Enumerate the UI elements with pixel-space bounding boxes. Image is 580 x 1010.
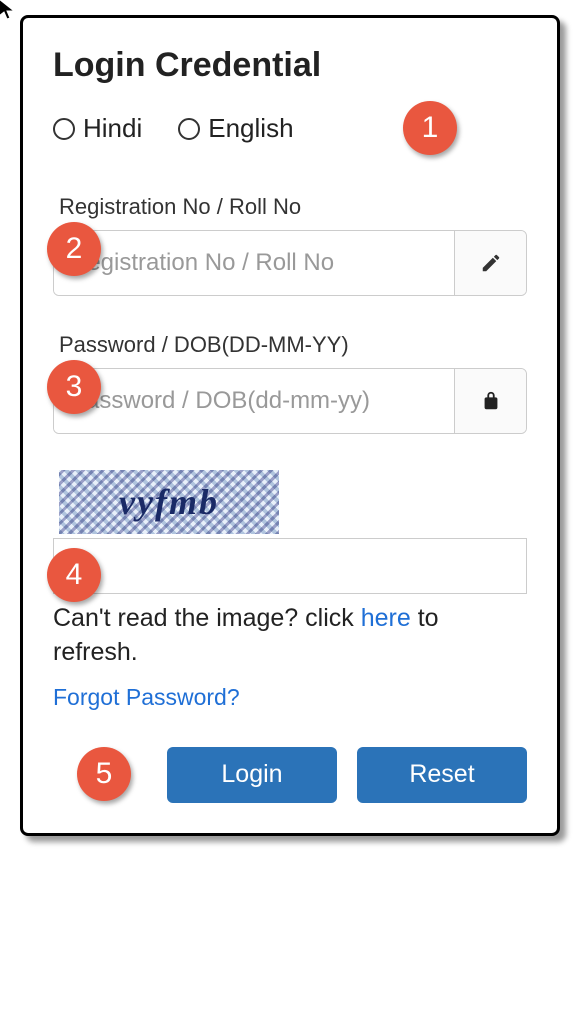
registration-label: Registration No / Roll No [59, 194, 527, 220]
login-panel: Login Credential Hindi English 1 Registr… [20, 15, 560, 836]
registration-input-wrap [53, 230, 527, 296]
captcha-refresh-text: Can't read the image? click here to refr… [53, 602, 527, 670]
registration-input[interactable] [54, 231, 454, 295]
login-button[interactable]: Login [167, 747, 337, 803]
password-input[interactable] [54, 369, 454, 433]
captcha-text: vyfmb [119, 481, 219, 523]
password-field-group: Password / DOB(DD-MM-YY) 3 [53, 332, 527, 434]
language-hindi-option[interactable]: Hindi [53, 113, 142, 144]
captcha-input[interactable] [53, 538, 527, 594]
captcha-refresh-link[interactable]: here [361, 604, 411, 632]
button-row: Login Reset 5 [53, 747, 527, 803]
language-selector: Hindi English 1 [53, 113, 527, 144]
lock-icon [454, 369, 526, 433]
password-label: Password / DOB(DD-MM-YY) [59, 332, 527, 358]
captcha-image: vyfmb [59, 470, 279, 534]
language-english-option[interactable]: English [178, 113, 293, 144]
radio-icon [178, 118, 200, 140]
radio-icon [53, 118, 75, 140]
captcha-block: vyfmb Can't read the image? click here t… [53, 470, 527, 711]
annotation-marker-5: 5 [77, 747, 131, 801]
language-hindi-label: Hindi [83, 113, 142, 144]
refresh-prefix: Can't read the image? click [53, 604, 361, 632]
password-input-wrap [53, 368, 527, 434]
forgot-password-link[interactable]: Forgot Password? [53, 684, 240, 711]
language-english-label: English [208, 113, 293, 144]
registration-field-group: Registration No / Roll No 2 [53, 194, 527, 296]
edit-icon [454, 231, 526, 295]
reset-button[interactable]: Reset [357, 747, 527, 803]
panel-title: Login Credential [53, 46, 527, 85]
annotation-marker-1: 1 [403, 101, 457, 155]
